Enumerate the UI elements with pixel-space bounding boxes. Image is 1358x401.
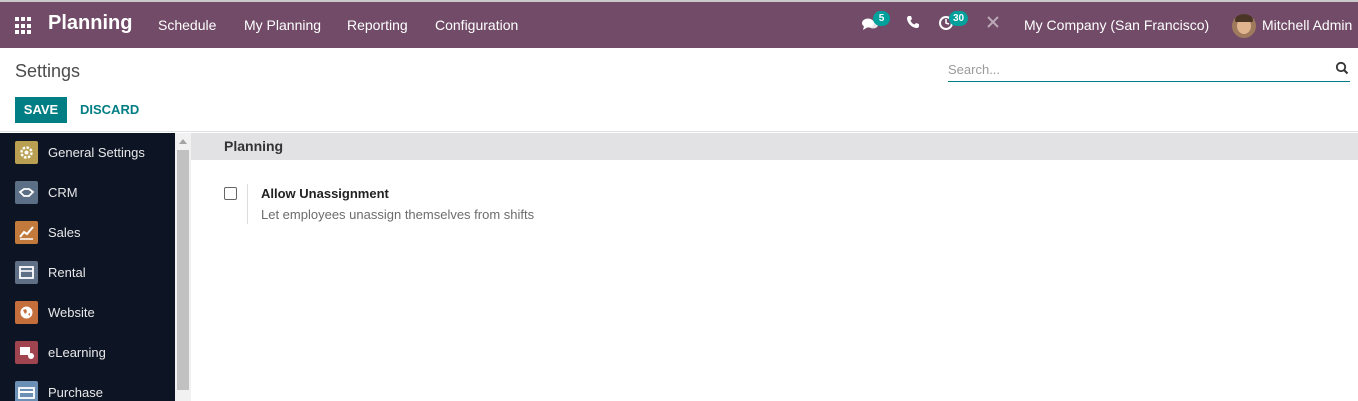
menu-schedule[interactable]: Schedule: [158, 17, 216, 33]
sidebar-item-crm[interactable]: CRM: [0, 173, 175, 213]
control-panel: Settings SAVE DISCARD: [0, 48, 1358, 132]
scroll-up-arrow-icon[interactable]: [179, 139, 187, 144]
search-box: [948, 58, 1350, 82]
search-icon[interactable]: [1335, 61, 1349, 75]
messaging-menu[interactable]: 5: [861, 11, 890, 35]
debug-tools-menu[interactable]: [986, 15, 1006, 35]
scrollbar-thumb[interactable]: [177, 150, 189, 390]
sidebar-scrollbar[interactable]: [175, 133, 191, 401]
allow-unassignment-checkbox[interactable]: [224, 187, 237, 200]
messages-count-badge: 5: [873, 11, 890, 26]
sidebar-item-rental[interactable]: Rental: [0, 253, 175, 293]
user-avatar[interactable]: [1232, 14, 1256, 38]
sidebar-item-label: Website: [48, 305, 95, 320]
sidebar-item-general-settings[interactable]: General Settings: [0, 133, 175, 173]
user-menu[interactable]: Mitchell Admin: [1262, 17, 1352, 33]
section-header: Planning: [191, 133, 1358, 160]
phone-icon: [907, 16, 919, 28]
sidebar-item-label: Purchase: [48, 385, 103, 400]
app-brand[interactable]: Planning: [48, 12, 132, 35]
sidebar-item-website[interactable]: Website: [0, 293, 175, 333]
sidebar-item-label: General Settings: [48, 145, 145, 160]
credit-card-icon: [15, 381, 38, 401]
activity-menu[interactable]: 30: [938, 11, 969, 35]
tools-icon: [987, 16, 999, 28]
discard-button[interactable]: DISCARD: [80, 97, 139, 123]
sidebar-item-label: Rental: [48, 265, 86, 280]
gear-icon: [15, 141, 38, 164]
sidebar-item-label: Sales: [48, 225, 81, 240]
page-title: Settings: [15, 61, 81, 81]
setting-label[interactable]: Allow Unassignment: [261, 186, 389, 201]
sidebar-item-elearning[interactable]: eLearning: [0, 333, 175, 373]
handshake-icon: [15, 181, 38, 204]
globe-icon: [15, 301, 38, 324]
elearning-icon: [15, 341, 38, 364]
search-input[interactable]: [948, 58, 1328, 80]
sidebar-item-label: CRM: [48, 185, 78, 200]
rental-icon: [15, 261, 38, 284]
settings-app-sidebar: General Settings CRM Sales Rental Websit…: [0, 133, 175, 401]
top-navbar: Planning Schedule My Planning Reporting …: [0, 0, 1358, 48]
company-switcher[interactable]: My Company (San Francisco): [1024, 17, 1209, 33]
sidebar-item-sales[interactable]: Sales: [0, 213, 175, 253]
section-title: Planning: [224, 138, 284, 154]
setting-divider: [247, 184, 248, 224]
sidebar-item-purchase[interactable]: Purchase: [0, 373, 175, 401]
chart-line-icon: [15, 221, 38, 244]
menu-configuration[interactable]: Configuration: [435, 17, 518, 33]
activities-count-badge: 30: [949, 11, 969, 26]
setting-description: Let employees unassign themselves from s…: [261, 207, 535, 222]
settings-content: Planning Allow Unassignment Let employee…: [191, 133, 1358, 401]
sidebar-item-label: eLearning: [48, 345, 106, 360]
apps-menu-icon[interactable]: [15, 17, 33, 35]
save-button[interactable]: SAVE: [15, 97, 67, 123]
phone-menu[interactable]: [906, 15, 926, 35]
menu-my-planning[interactable]: My Planning: [244, 17, 321, 33]
menu-reporting[interactable]: Reporting: [347, 17, 408, 33]
